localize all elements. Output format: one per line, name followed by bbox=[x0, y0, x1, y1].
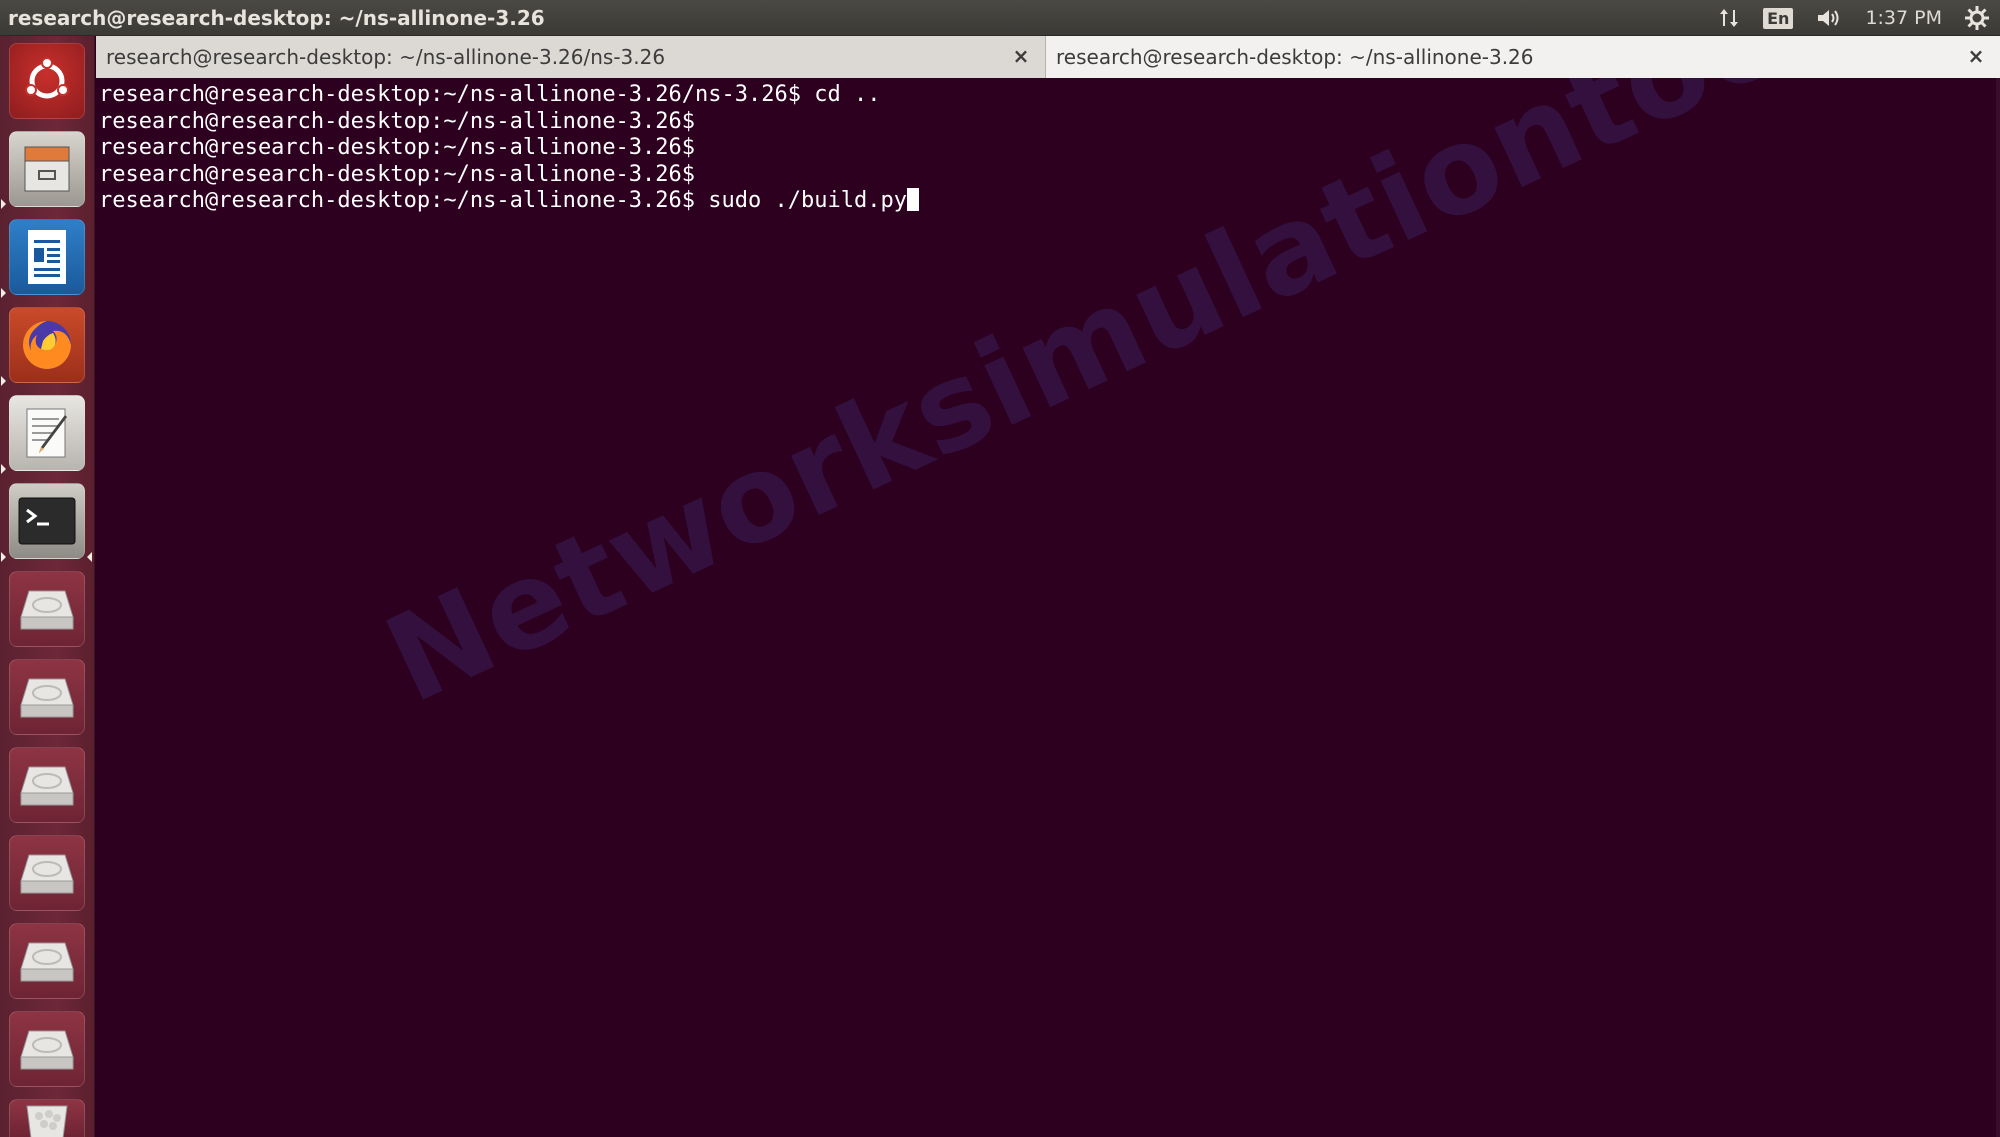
running-indicator bbox=[1, 552, 6, 562]
ubuntu-logo-icon[interactable] bbox=[9, 43, 85, 119]
running-indicator bbox=[1, 199, 6, 209]
terminal-output[interactable]: Networksimulationtools.com research@rese… bbox=[96, 78, 2000, 1137]
gear-icon[interactable] bbox=[1964, 5, 1990, 31]
tab-bar: research@research-desktop: ~/ns-allinone… bbox=[96, 36, 2000, 78]
window-title: research@research-desktop: ~/ns-allinone… bbox=[8, 5, 545, 30]
tab-ns-3-26[interactable]: research@research-desktop: ~/ns-allinone… bbox=[96, 36, 1046, 78]
tab-label: research@research-desktop: ~/ns-allinone… bbox=[1056, 45, 1534, 69]
terminal-line: research@research-desktop:~/ns-allinone-… bbox=[99, 108, 696, 134]
terminal-line: research@research-desktop:~/ns-allinone-… bbox=[99, 135, 696, 161]
terminal-line: research@research-desktop:~/ns-allinone-… bbox=[99, 188, 907, 214]
text-cursor bbox=[906, 188, 919, 212]
pencil-notepad-icon[interactable] bbox=[9, 395, 85, 471]
running-indicator bbox=[1, 376, 6, 386]
hard-drive-icon[interactable] bbox=[9, 835, 85, 911]
terminal-line: research@research-desktop:~/ns-allinone-… bbox=[99, 161, 696, 187]
speaker-icon[interactable] bbox=[1815, 6, 1843, 30]
keyboard-language-indicator[interactable]: En bbox=[1763, 7, 1794, 29]
clock[interactable]: 1:37 PM bbox=[1865, 7, 1942, 29]
top-panel: research@research-desktop: ~/ns-allinone… bbox=[0, 0, 2000, 36]
hard-drive-icon[interactable] bbox=[9, 923, 85, 999]
running-indicator bbox=[1, 464, 6, 474]
document-icon[interactable] bbox=[9, 219, 85, 295]
indicator-area: En 1:37 PM bbox=[1717, 0, 2000, 36]
trash-icon[interactable] bbox=[9, 1099, 85, 1137]
scrollbar[interactable] bbox=[1996, 78, 2000, 1137]
terminal-line-current: research@research-desktop:~/ns-allinone-… bbox=[99, 188, 919, 215]
file-cabinet-icon[interactable] bbox=[9, 131, 85, 207]
focused-indicator bbox=[87, 552, 92, 562]
terminal-lines: research@research-desktop:~/ns-allinone-… bbox=[99, 82, 919, 215]
hard-drive-icon[interactable] bbox=[9, 571, 85, 647]
terminal-window: research@research-desktop: ~/ns-allinone… bbox=[96, 36, 2000, 1137]
running-indicator bbox=[1, 288, 6, 298]
hard-drive-icon[interactable] bbox=[9, 747, 85, 823]
updown-arrows-icon[interactable] bbox=[1717, 6, 1741, 30]
terminal-icon[interactable] bbox=[9, 483, 85, 559]
hard-drive-icon[interactable] bbox=[9, 1011, 85, 1087]
close-icon[interactable]: × bbox=[1011, 46, 1031, 66]
close-icon[interactable]: × bbox=[1966, 46, 1986, 66]
tab-ns-allinone[interactable]: research@research-desktop: ~/ns-allinone… bbox=[1046, 36, 2000, 78]
firefox-icon[interactable] bbox=[9, 307, 85, 383]
terminal-line: research@research-desktop:~/ns-allinone-… bbox=[99, 82, 881, 107]
tab-label: research@research-desktop: ~/ns-allinone… bbox=[106, 45, 666, 69]
launcher bbox=[0, 36, 95, 1137]
hard-drive-icon[interactable] bbox=[9, 659, 85, 735]
